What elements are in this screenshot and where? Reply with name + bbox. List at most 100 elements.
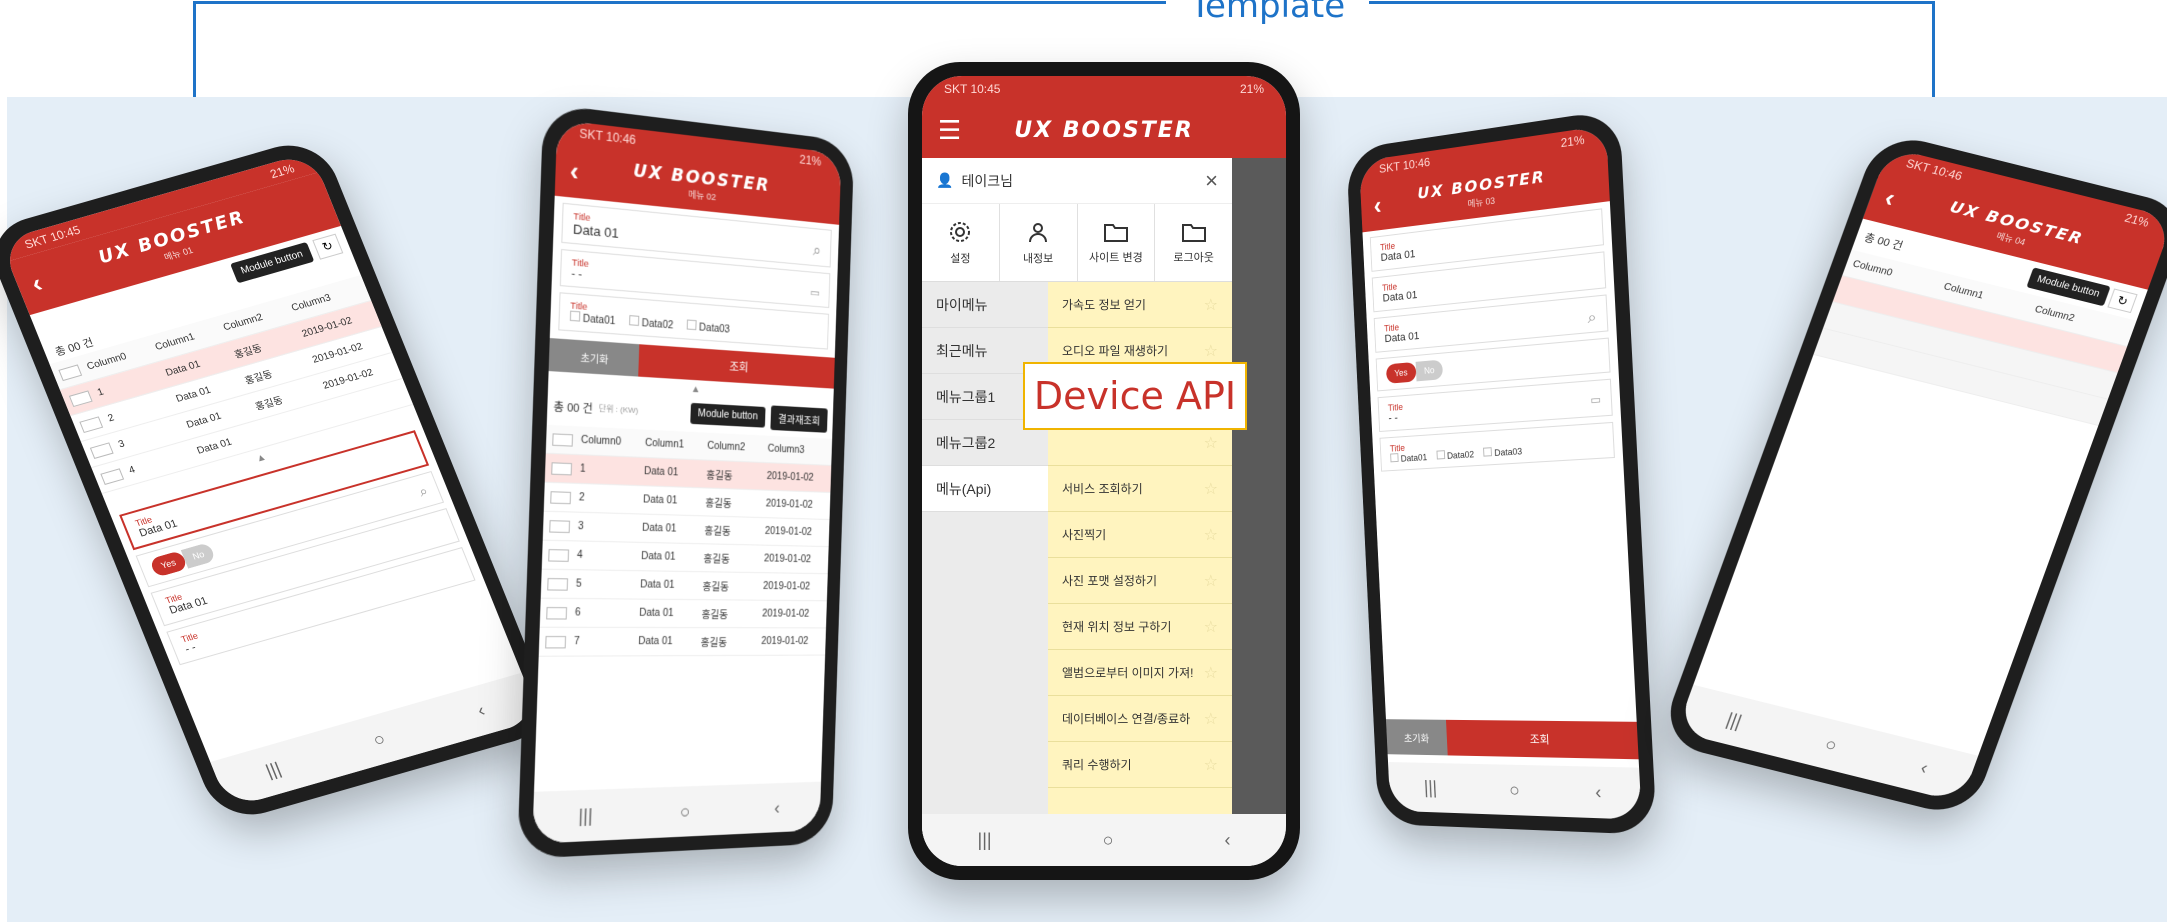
favorite-star-icon[interactable]: ☆ (1204, 433, 1218, 453)
back-nav-icon[interactable]: ‹ (1918, 757, 1931, 778)
row-checkbox[interactable] (548, 548, 570, 562)
checkbox-data02[interactable]: Data02 (1436, 448, 1474, 461)
menu-item[interactable]: 데이터베이스 연결/종료하 ☆ (1048, 696, 1232, 742)
refresh-icon[interactable]: ↻ (312, 233, 344, 260)
row-checkbox[interactable] (551, 461, 573, 475)
column-header[interactable]: Column1 (645, 438, 708, 452)
table-row[interactable]: 4 Data 01 홍길동 2019-01-02 (541, 540, 829, 575)
cell: 홍길동 (701, 610, 729, 622)
recent-apps-icon[interactable]: ||| (578, 805, 593, 827)
favorite-star-icon[interactable]: ☆ (1204, 617, 1218, 637)
reset-button[interactable]: 초기화 (548, 338, 640, 377)
favorite-star-icon[interactable]: ☆ (1204, 709, 1218, 729)
menu-item[interactable]: 현재 위치 정보 구하기 ☆ (1048, 604, 1232, 650)
checkbox-data02[interactable]: Data02 (629, 315, 674, 331)
row-checkbox[interactable] (100, 467, 124, 485)
yes-no-toggle[interactable]: Yes No (1385, 359, 1444, 384)
logout-button[interactable]: 로그아웃 (1155, 204, 1232, 281)
row-checkbox[interactable] (546, 606, 568, 620)
column-header[interactable]: Column2 (707, 441, 768, 455)
menu-item[interactable]: 쿼리 수행하기 ☆ (1048, 742, 1232, 788)
module-button[interactable]: Module button (689, 402, 766, 428)
recent-apps-icon[interactable]: ||| (978, 830, 992, 851)
table-row[interactable]: 7 Data 01 홍길동 2019-01-02 (538, 627, 826, 657)
change-site-button[interactable]: 사이트 변경 (1078, 204, 1156, 281)
toggle-no[interactable]: No (180, 541, 217, 569)
search-icon[interactable]: ⌕ (416, 482, 430, 500)
cell: 홍길동 (700, 638, 728, 650)
my-info-button[interactable]: 내정보 (1000, 204, 1078, 281)
checkbox-data03[interactable]: Data03 (686, 319, 730, 336)
drawer-scrim[interactable] (1232, 158, 1286, 862)
menu-item[interactable]: 서비스 조회하기 ☆ (1048, 466, 1232, 512)
row-checkbox[interactable] (547, 577, 569, 591)
reset-button[interactable]: 초기화 (1385, 719, 1448, 756)
back-nav-icon[interactable]: ‹ (1595, 782, 1602, 804)
cell: Data 01 (641, 522, 677, 535)
back-nav-icon[interactable]: ‹ (1224, 830, 1230, 851)
calendar-icon[interactable]: ▭ (1590, 393, 1601, 407)
toggle-yes[interactable]: Yes (1385, 361, 1417, 384)
row-checkbox[interactable] (89, 441, 114, 459)
toggle-no[interactable]: No (1415, 359, 1444, 382)
back-icon[interactable]: ‹ (569, 155, 579, 188)
calendar-icon[interactable]: ▭ (810, 286, 820, 299)
favorite-star-icon[interactable]: ☆ (1204, 341, 1218, 361)
hamburger-menu-icon[interactable]: ☰ (938, 115, 961, 146)
cell: 2019-01-02 (763, 553, 812, 566)
checkbox-data01[interactable]: Data01 (569, 310, 616, 327)
category-api[interactable]: 메뉴(Api) (922, 466, 1048, 512)
yes-no-toggle[interactable]: Yes No (148, 541, 217, 578)
menu-item[interactable]: 앨범으로부터 이미지 가져! ☆ (1048, 650, 1232, 696)
row-checkbox[interactable] (68, 389, 93, 407)
search-icon[interactable]: ⌕ (1587, 309, 1597, 328)
recent-apps-icon[interactable]: ||| (1424, 777, 1438, 798)
select-all-checkbox[interactable] (552, 432, 574, 447)
back-icon[interactable]: ‹ (1373, 190, 1382, 221)
home-icon[interactable]: ○ (370, 728, 388, 750)
menu-item-label: 오디오 파일 재생하기 (1062, 344, 1169, 358)
row-checkbox[interactable] (545, 635, 567, 648)
home-icon[interactable]: ○ (1822, 734, 1840, 756)
result-button[interactable]: 결과재조회 (770, 405, 828, 433)
home-icon[interactable]: ○ (1103, 830, 1114, 851)
checkbox-data03[interactable]: Data03 (1483, 445, 1522, 458)
row-checkbox[interactable] (549, 519, 571, 533)
home-icon[interactable]: ○ (680, 801, 691, 823)
home-icon[interactable]: ○ (1509, 779, 1520, 800)
menu-item[interactable]: 사진 포맷 설정하기 ☆ (1048, 558, 1232, 604)
close-icon[interactable]: × (1205, 168, 1218, 194)
table-row[interactable]: 6 Data 01 홍길동 2019-01-02 (539, 598, 827, 629)
search-icon[interactable]: ⌕ (813, 243, 822, 261)
row-checkbox[interactable] (550, 490, 572, 504)
settings-button[interactable]: 설정 (922, 204, 1000, 281)
favorite-star-icon[interactable]: ☆ (1204, 755, 1218, 775)
menu-item[interactable]: 가속도 정보 얻기 ☆ (1048, 282, 1232, 328)
column-header[interactable]: Column0 (581, 435, 645, 449)
back-nav-icon[interactable]: ‹ (774, 797, 780, 818)
menu-item[interactable]: 사진찍기 ☆ (1048, 512, 1232, 558)
favorite-star-icon[interactable]: ☆ (1204, 525, 1218, 545)
favorite-star-icon[interactable]: ☆ (1204, 571, 1218, 591)
back-icon[interactable]: ‹ (27, 268, 47, 299)
recent-apps-icon[interactable]: ||| (263, 758, 284, 781)
column-header[interactable]: Column3 (767, 444, 826, 457)
back-icon[interactable]: ‹ (1881, 182, 1900, 213)
favorite-star-icon[interactable]: ☆ (1204, 479, 1218, 499)
cell: 5 (575, 578, 582, 590)
drawer-header: 👤 테이크님 × (922, 158, 1232, 204)
menu-item-label: 사진찍기 (1062, 528, 1107, 542)
favorite-star-icon[interactable]: ☆ (1204, 295, 1218, 315)
menu-item-label: 쿼리 수행하기 (1062, 758, 1132, 772)
refresh-icon[interactable]: ↻ (2107, 287, 2138, 313)
favorite-star-icon[interactable]: ☆ (1204, 663, 1218, 683)
back-nav-icon[interactable]: ‹ (474, 700, 488, 721)
select-all-checkbox[interactable] (58, 363, 83, 381)
app-bar: ☰ UX BOOSTER (922, 102, 1286, 158)
checkbox-data01[interactable]: Data01 (1390, 451, 1427, 464)
row-checkbox[interactable] (79, 415, 103, 433)
category-my-menu[interactable]: 마이메뉴 (922, 282, 1048, 328)
recent-apps-icon[interactable]: ||| (1724, 709, 1745, 732)
search-button[interactable]: 조회 (1445, 719, 1639, 760)
table-row[interactable]: 5 Data 01 홍길동 2019-01-02 (540, 569, 828, 602)
